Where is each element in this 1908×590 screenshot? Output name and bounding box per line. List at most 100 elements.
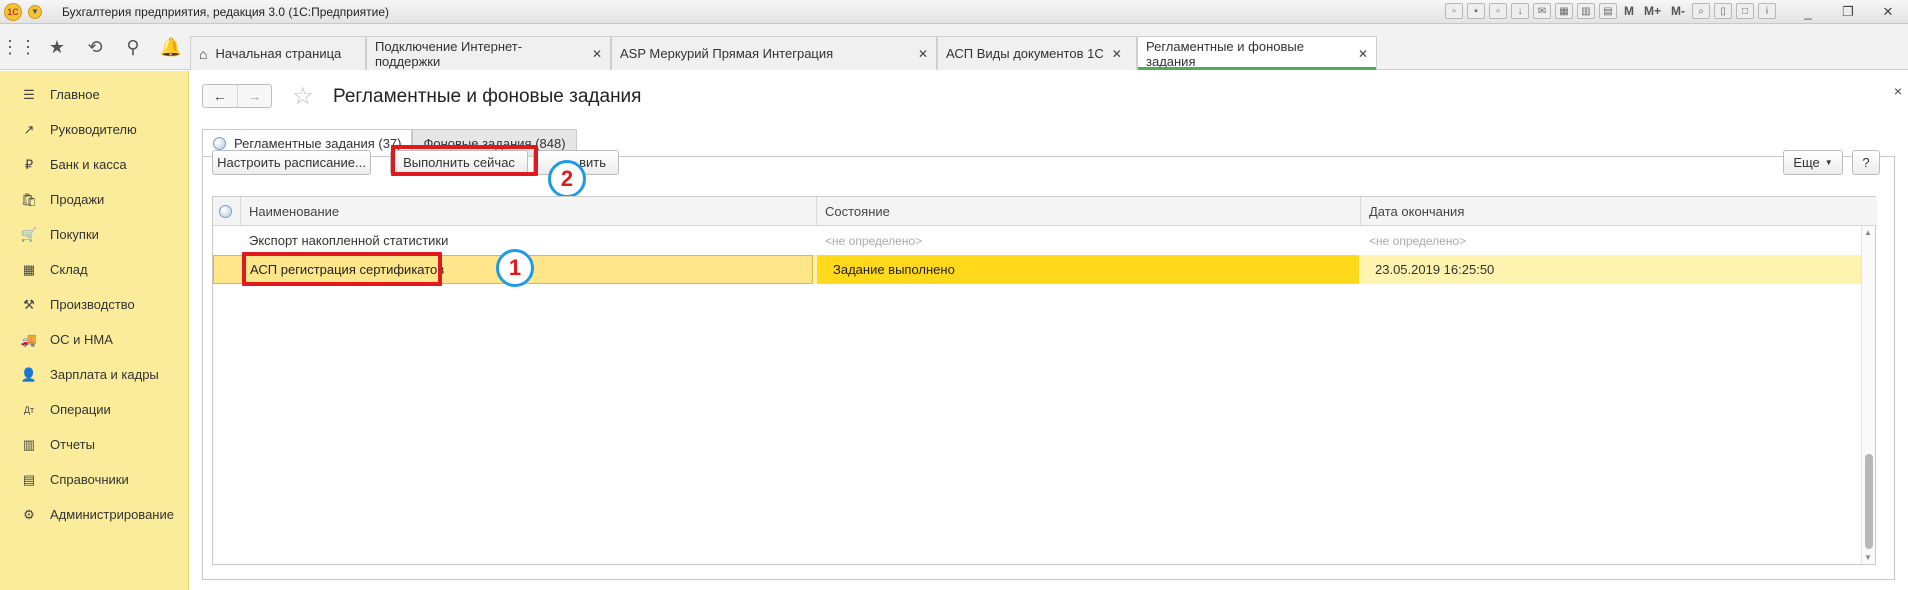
highlight-job-name — [242, 252, 442, 286]
sidebar-item-label: Банк и касса — [50, 157, 127, 172]
notifications-bell-icon[interactable]: 🔔 — [152, 37, 190, 58]
sidebar-item-warehouse[interactable]: ▦ Склад — [0, 252, 188, 287]
scrollbar-thumb[interactable] — [1865, 454, 1873, 549]
close-form-icon[interactable]: × — [1894, 83, 1902, 99]
print-icon[interactable]: ▪ — [1466, 3, 1485, 19]
column-header-state[interactable]: Состояние — [817, 197, 1361, 226]
scroll-up-icon[interactable]: ▲ — [1864, 228, 1872, 237]
tab-asp-doc-types[interactable]: АСП Виды документов 1С ✕ — [937, 36, 1137, 70]
main-menu-chevron-down-icon[interactable]: ▼ — [28, 4, 42, 19]
back-arrow-icon[interactable]: ← — [203, 85, 237, 107]
sidebar-item-bank[interactable]: ₽ Банк и касса — [0, 147, 188, 182]
sidebar-item-label: Склад — [50, 262, 88, 277]
sidebar-item-purchases[interactable]: 🛒 Покупки — [0, 217, 188, 252]
highlight-run-now — [391, 145, 538, 176]
trend-icon: ↗ — [23, 121, 35, 137]
status-column-header[interactable] — [213, 197, 241, 226]
sidebar-item-reports[interactable]: ▥ Отчеты — [0, 427, 188, 462]
table-row[interactable]: Экспорт накопленной статистики <не опред… — [213, 226, 1861, 255]
column-header-name[interactable]: Наименование — [241, 197, 817, 226]
book-icon: ▤ — [22, 471, 36, 487]
search-icon[interactable]: ⚲ — [114, 37, 152, 58]
app-logo-icon[interactable]: 1С — [4, 2, 22, 21]
download-icon[interactable]: ↓ — [1510, 3, 1529, 19]
cart-icon: 🛒 — [20, 226, 38, 242]
sidebar-item-label: Продажи — [50, 192, 105, 207]
app-title: Бухгалтерия предприятия, редакция 3.0 (1… — [62, 4, 390, 19]
table-header: Наименование Состояние Дата окончания — [213, 197, 1877, 226]
sidebar-item-payroll[interactable]: 👤 Зарплата и кадры — [0, 357, 188, 392]
close-icon[interactable]: ✕ — [1112, 47, 1122, 61]
sidebar-item-administration[interactable]: ⚙ Администрирование — [0, 497, 188, 532]
panel-icon[interactable]: ▯ — [1714, 3, 1732, 19]
sidebar-item-label: Зарплата и кадры — [50, 367, 159, 382]
table-row-selected[interactable]: АСП регистрация сертификатов Задание вып… — [213, 255, 1861, 284]
close-icon[interactable]: ✕ — [592, 47, 602, 61]
scroll-down-icon[interactable]: ▼ — [1864, 553, 1872, 562]
sidebar-item-main[interactable]: ☰ Главное — [0, 77, 188, 112]
close-window-button[interactable]: ✕ — [1868, 0, 1908, 24]
more-button[interactable]: Еще ▼ — [1783, 150, 1843, 175]
more-label: Еще — [1793, 155, 1820, 170]
maximize-button[interactable]: ❐ — [1828, 0, 1868, 24]
favorites-star-icon[interactable]: ★ — [38, 37, 76, 58]
minimize-button[interactable]: _ — [1788, 0, 1828, 24]
save-icon[interactable]: ▫ — [1444, 3, 1463, 19]
annotation-badge-2: 2 — [548, 160, 586, 198]
sidebar-item-directories[interactable]: ▤ Справочники — [0, 462, 188, 497]
annotation-badge-1: 1 — [496, 249, 534, 287]
zoom-icon[interactable]: ⌕ — [1692, 3, 1710, 19]
mail-icon[interactable]: ✉ — [1532, 3, 1551, 19]
bar-chart-icon: ▥ — [22, 436, 36, 452]
vertical-scrollbar[interactable]: ▲ ▼ — [1861, 226, 1875, 564]
tab-scheduled-jobs[interactable]: Регламентные и фоновые задания ✕ — [1137, 36, 1377, 70]
sidebar-item-label: Производство — [50, 297, 135, 312]
menu-icon: ☰ — [23, 86, 35, 102]
history-icon[interactable]: ⟲ — [76, 37, 114, 58]
sidebar-item-label: Главное — [50, 87, 100, 102]
sidebar-item-manager[interactable]: ↗ Руководителю — [0, 112, 188, 147]
help-button[interactable]: ? — [1852, 150, 1880, 175]
preview-icon[interactable]: ▫ — [1488, 3, 1507, 19]
sidebar-item-operations[interactable]: Дт Операции — [0, 392, 188, 427]
column-header-end-date[interactable]: Дата окончания — [1361, 197, 1863, 226]
spreadsheet-icon[interactable]: ▦ — [1554, 3, 1573, 19]
tab-internet-support[interactable]: Подключение Интернет-поддержки ✕ — [366, 36, 611, 70]
close-icon[interactable]: ✕ — [1358, 47, 1368, 61]
tab-label: Регламентные задания (37) — [234, 135, 402, 151]
tab-home[interactable]: ⌂ Начальная страница — [190, 36, 366, 70]
chevron-down-icon: ▼ — [1824, 158, 1833, 167]
close-icon[interactable]: ✕ — [918, 47, 928, 61]
window-controls: _ ❐ ✕ — [1788, 0, 1908, 24]
sidebar-item-label: Справочники — [50, 472, 129, 487]
window-icon[interactable]: □ — [1736, 3, 1754, 19]
calculator-icon[interactable]: ▤ — [1598, 3, 1617, 19]
tab-label: Начальная страница — [215, 46, 342, 61]
tab-asp-mercury[interactable]: ASP Меркурий Прямая Интеграция ✕ — [611, 36, 937, 70]
ruble-icon: ₽ — [24, 156, 34, 172]
tab-label: Регламентные и фоновые задания — [1146, 38, 1304, 69]
tab-label: ASP Меркурий Прямая Интеграция — [620, 46, 834, 61]
cell-end-date: 23.05.2019 16:25:50 — [1375, 262, 1495, 277]
cell-state: Задание выполнено — [817, 255, 1359, 284]
globe-icon — [219, 205, 232, 218]
forward-arrow-icon[interactable]: → — [237, 85, 271, 107]
memory-minus-button[interactable]: M- — [1668, 4, 1688, 18]
memory-button[interactable]: M — [1621, 4, 1637, 18]
sidebar-item-assets[interactable]: 🚚 ОС и НМА — [0, 322, 188, 357]
sidebar-item-label: Операции — [50, 402, 111, 417]
configure-schedule-button[interactable]: Настроить расписание... — [212, 150, 371, 175]
home-icon: ⌂ — [199, 45, 208, 62]
apps-grid-icon[interactable]: ⋮⋮ — [0, 37, 38, 58]
globe-icon — [213, 136, 226, 150]
sidebar-item-sales[interactable]: 🛍 Продажи — [0, 182, 188, 217]
sidebar-item-production[interactable]: ⚒ Производство — [0, 287, 188, 322]
calendar-icon[interactable]: ▥ — [1576, 3, 1595, 19]
memory-plus-button[interactable]: M+ — [1641, 4, 1664, 18]
history-nav: ← → — [202, 84, 272, 108]
cell-end-date: <не определено> — [1369, 233, 1467, 248]
debit-credit-icon: Дт — [23, 404, 35, 415]
info-icon[interactable]: i — [1758, 3, 1776, 19]
sidebar: ☰ Главное ↗ Руководителю ₽ Банк и касса 🛍 Пр… — [0, 71, 189, 590]
favorite-star-icon[interactable]: ☆ — [292, 82, 314, 111]
